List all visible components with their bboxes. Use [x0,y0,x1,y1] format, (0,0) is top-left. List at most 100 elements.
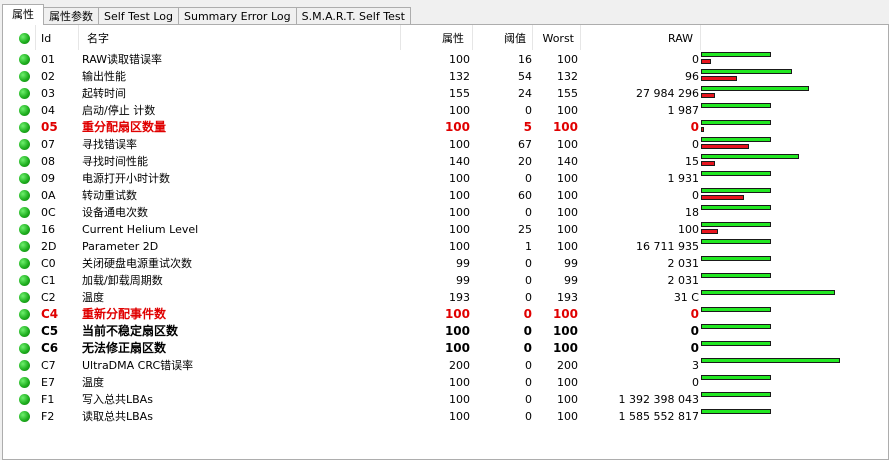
attribute-raw: 0 [690,341,699,355]
table-row[interactable]: 0C 设备通电次数 100 0 100 18 [3,204,888,221]
status-ok-icon [19,309,30,320]
header-id[interactable]: Id [41,32,51,46]
header-raw[interactable]: RAW [668,32,693,46]
table-row[interactable]: C0 关闭硬盘电源重试次数 99 0 99 2 031 [3,255,888,272]
table-row[interactable]: 2D Parameter 2D 100 1 100 16 711 935 [3,238,888,255]
attribute-threshold: 1 [525,240,532,253]
health-bar-green [701,103,771,108]
attribute-name: Current Helium Level [82,223,199,236]
status-ok-icon [19,241,30,252]
attribute-name: 温度 [82,291,104,304]
tab-smart-self-test[interactable]: S.M.A.R.T. Self Test [295,7,411,25]
attribute-id: F1 [41,393,55,406]
health-bar-green [701,188,771,193]
tab-attribute-params[interactable]: 属性参数 [43,7,99,25]
status-ok-icon [19,207,30,218]
header-worst[interactable]: Worst [542,32,574,46]
column-separator [78,25,79,50]
table-row[interactable]: 0A 转动重试数 100 60 100 0 [3,187,888,204]
attribute-worst: 100 [557,240,578,253]
status-ok-icon [19,326,30,337]
attribute-threshold: 54 [518,70,532,83]
attribute-threshold: 60 [518,189,532,202]
health-bar-green [701,86,809,91]
header-name[interactable]: 名字 [87,32,109,46]
attribute-raw: 96 [685,70,699,83]
table-row[interactable]: E7 温度 100 0 100 0 [3,374,888,391]
attribute-id: E7 [41,376,55,389]
attribute-raw: 3 [692,359,699,372]
attribute-raw: 1 931 [667,172,700,185]
health-bar-green [701,290,835,295]
attribute-threshold: 0 [523,307,532,321]
attribute-value: 100 [444,307,470,321]
table-row[interactable]: F2 读取总共LBAs 100 0 100 1 585 552 817 [3,408,888,425]
table-row[interactable]: 04 启动/停止 计数 100 0 100 1 987 [3,102,888,119]
raw-bar-red [701,76,737,81]
tab-attributes[interactable]: 属性 [2,4,44,25]
attribute-threshold: 0 [525,376,532,389]
table-row[interactable]: C6 无法修正扇区数 100 0 100 0 [3,340,888,357]
table-row[interactable]: 07 寻找错误率 100 67 100 0 [3,136,888,153]
table-row[interactable]: 02 输出性能 132 54 132 96 [3,68,888,85]
attribute-value: 200 [449,359,470,372]
attribute-worst: 100 [552,120,578,134]
attribute-raw: 0 [692,189,699,202]
table-row[interactable]: C4 重新分配事件数 100 0 100 0 [3,306,888,323]
column-separator [400,25,401,50]
attribute-id: 08 [41,155,55,168]
attribute-name: 当前不稳定扇区数 [82,324,179,338]
tab-self-test-log[interactable]: Self Test Log [98,7,179,25]
attribute-worst: 99 [564,274,578,287]
attribute-id: 01 [41,53,55,66]
health-bar-green [701,205,771,210]
raw-bar-red [701,161,715,166]
attribute-raw: 2 031 [667,274,700,287]
header-value[interactable]: 属性 [442,32,464,46]
health-bar-green [701,324,771,329]
raw-bar-red [701,195,744,200]
status-ok-icon [19,139,30,150]
table-row[interactable]: 05 重分配扇区数量 100 5 100 0 [3,119,888,136]
attribute-name: 重分配扇区数量 [82,120,167,134]
attribute-threshold: 16 [518,53,532,66]
table-row[interactable]: 16 Current Helium Level 100 25 100 100 [3,221,888,238]
health-bar-green [701,341,771,346]
attribute-value: 100 [449,410,470,423]
attribute-id: C2 [41,291,56,304]
table-row[interactable]: C5 当前不稳定扇区数 100 0 100 0 [3,323,888,340]
table-row[interactable]: 01 RAW读取错误率 100 16 100 0 [3,51,888,68]
table-row[interactable]: C1 加载/卸载周期数 99 0 99 2 031 [3,272,888,289]
status-ok-icon [19,156,30,167]
attribute-name: 寻找错误率 [82,138,137,151]
table-row[interactable]: 03 起转时间 155 24 155 27 984 296 [3,85,888,102]
table-row[interactable]: C2 温度 193 0 193 31 C [3,289,888,306]
health-bar-green [701,120,771,125]
header-threshold[interactable]: 阈值 [504,32,526,46]
status-ok-icon [19,411,30,422]
attribute-raw: 1 392 398 043 [618,393,699,406]
attribute-value: 193 [449,291,470,304]
attribute-value: 100 [444,120,470,134]
attribute-threshold: 0 [525,104,532,117]
status-ok-icon [19,190,30,201]
status-ok-icon [19,105,30,116]
table-row[interactable]: C7 UltraDMA CRC错误率 200 0 200 3 [3,357,888,374]
table-row[interactable]: F1 写入总共LBAs 100 0 100 1 392 398 043 [3,391,888,408]
health-bar-green [701,69,792,74]
attribute-value: 100 [449,393,470,406]
attribute-threshold: 0 [523,341,532,355]
raw-bar-red [701,93,715,98]
tab-summary-error-log[interactable]: Summary Error Log [177,7,297,25]
table-row[interactable]: 08 寻找时间性能 140 20 140 15 [3,153,888,170]
status-ok-icon [19,394,30,405]
column-separator [580,25,581,50]
attribute-worst: 100 [557,172,578,185]
attribute-threshold: 0 [525,206,532,219]
table-row[interactable]: 09 电源打开小时计数 100 0 100 1 931 [3,170,888,187]
attribute-value: 140 [449,155,470,168]
attribute-name: 输出性能 [82,70,126,83]
attribute-value: 99 [456,274,470,287]
attribute-worst: 100 [557,53,578,66]
attribute-name: 启动/停止 计数 [82,104,156,117]
